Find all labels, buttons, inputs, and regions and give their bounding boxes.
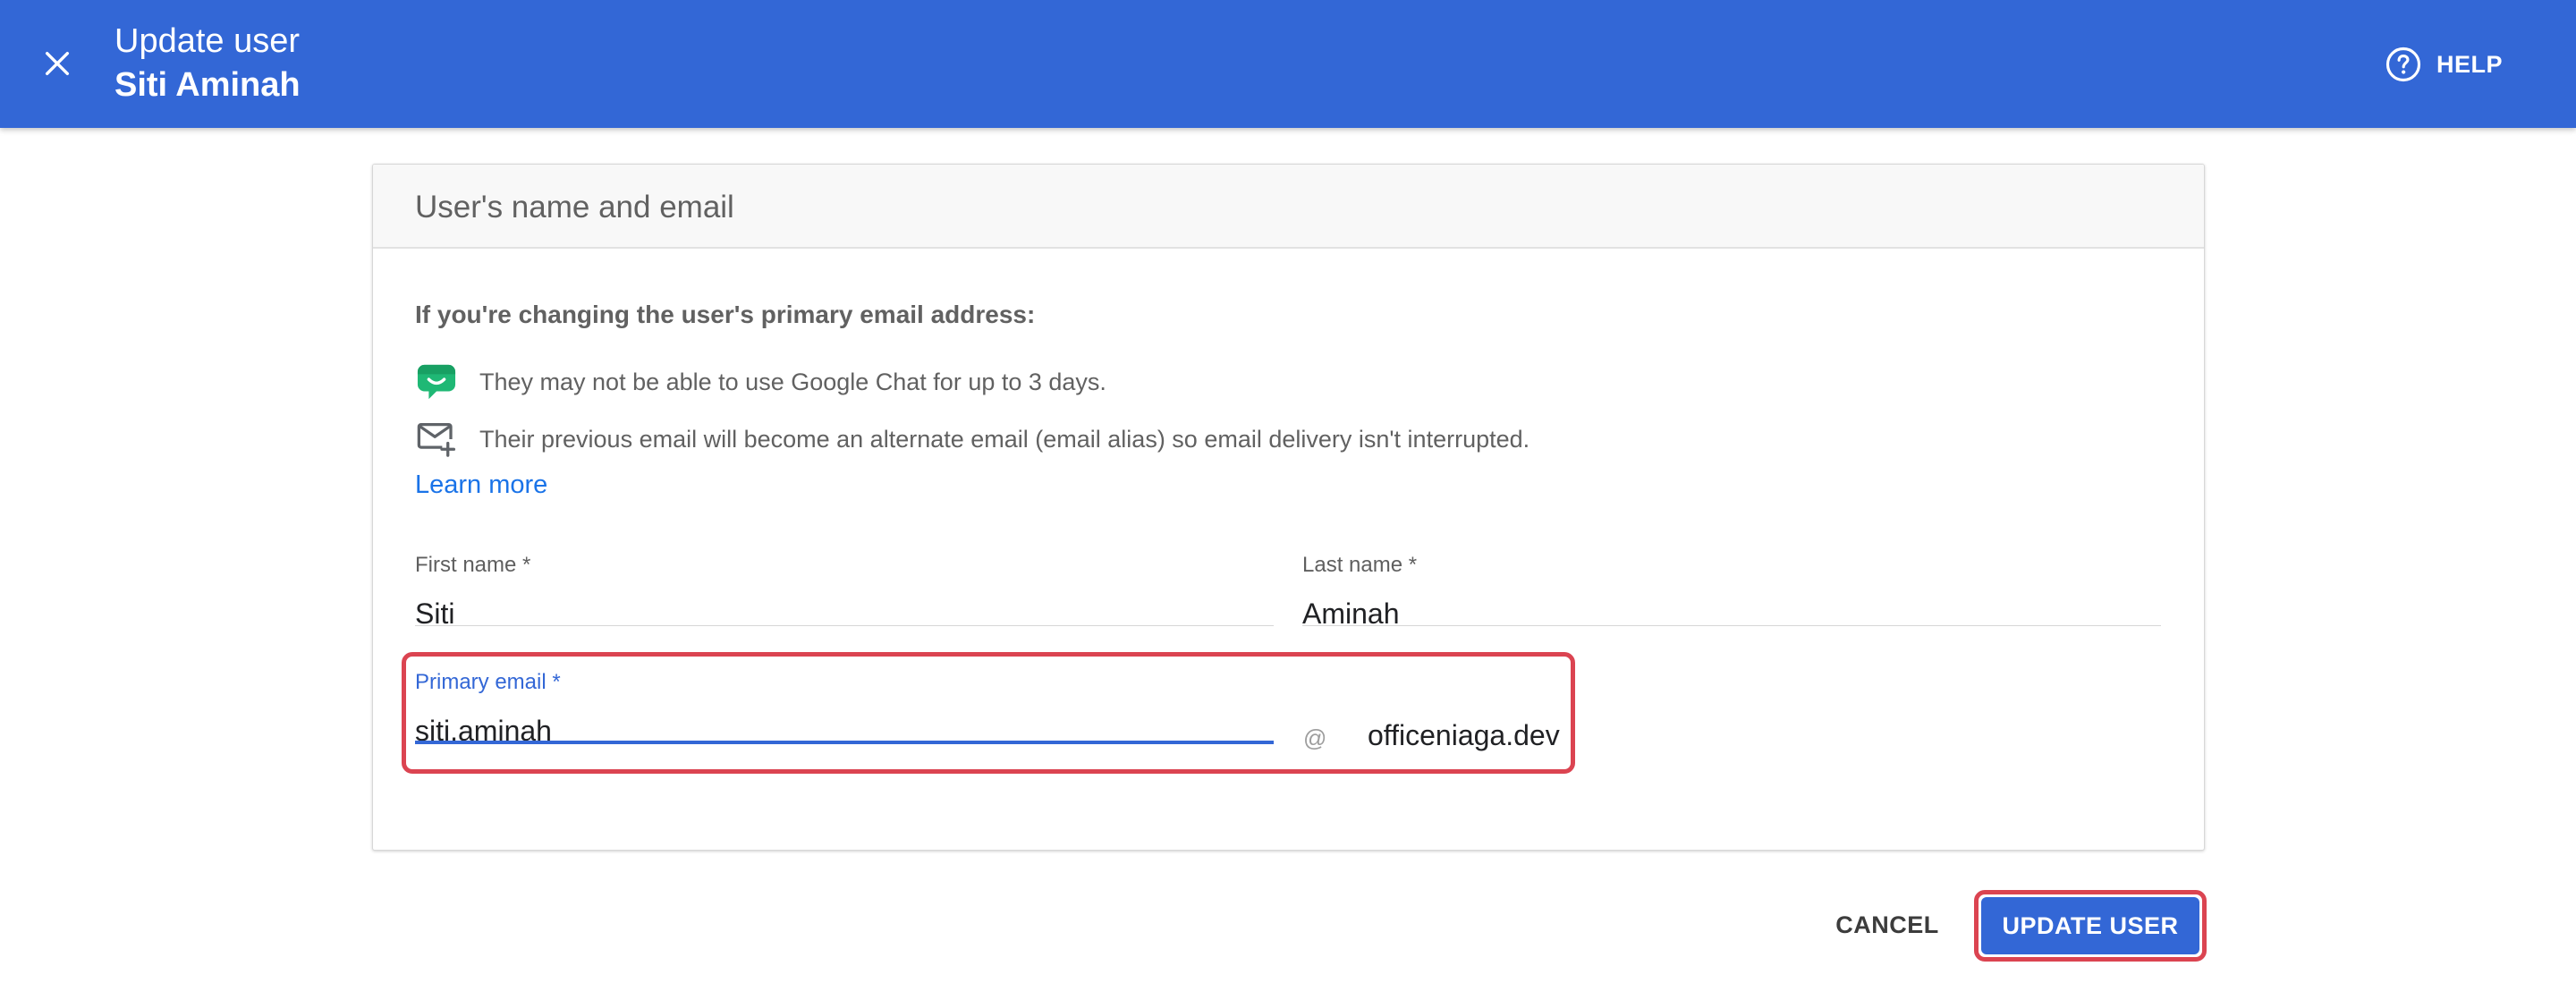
- card-title: User's name and email: [415, 190, 734, 225]
- cancel-button[interactable]: CANCEL: [1825, 894, 1950, 955]
- user-name-subtitle: Siti Aminah: [114, 66, 301, 104]
- at-sign: @: [1303, 725, 1327, 751]
- first-name-label: First name *: [415, 553, 531, 577]
- close-icon: [45, 51, 70, 76]
- last-name-label: Last name *: [1302, 553, 1418, 577]
- top-app-bar: Update user Siti Aminah HELP: [0, 0, 2576, 128]
- card-header: User's name and email: [373, 165, 2204, 249]
- notice-email-text: Their previous email will become an alte…: [479, 425, 1530, 453]
- notice-chat: They may not be able to use Google Chat …: [415, 360, 1106, 403]
- notice-email: Their previous email will become an alte…: [415, 418, 1530, 461]
- help-circle-icon: [2385, 47, 2421, 82]
- primary-email-label: Primary email *: [415, 670, 561, 694]
- first-name-input[interactable]: [415, 594, 1274, 633]
- update-user-button[interactable]: UPDATE USER: [1981, 897, 2199, 954]
- google-chat-icon: [415, 360, 458, 403]
- primary-email-input[interactable]: [415, 711, 1274, 750]
- last-name-input[interactable]: [1302, 594, 2161, 633]
- first-name-field: First name *: [415, 553, 1274, 633]
- email-domain: officeniaga.dev: [1368, 719, 1560, 751]
- notice-title: If you're changing the user's primary em…: [415, 301, 1036, 328]
- last-name-field: Last name *: [1302, 553, 2161, 633]
- first-name-underline: [415, 625, 1274, 626]
- email-add-icon: [415, 418, 458, 461]
- primary-email-field: Primary email *: [415, 670, 1274, 750]
- notice-chat-text: They may not be able to use Google Chat …: [479, 368, 1106, 395]
- primary-email-underline: [415, 741, 1274, 744]
- page-title: Update user: [114, 22, 301, 60]
- close-button[interactable]: [36, 42, 79, 85]
- last-name-underline: [1302, 625, 2161, 626]
- learn-more-link[interactable]: Learn more: [415, 470, 547, 500]
- user-details-card: User's name and email If you're changing…: [372, 164, 2205, 851]
- help-button[interactable]: HELP: [2385, 43, 2503, 86]
- help-label: HELP: [2436, 50, 2504, 78]
- title-block: Update user Siti Aminah: [114, 20, 301, 107]
